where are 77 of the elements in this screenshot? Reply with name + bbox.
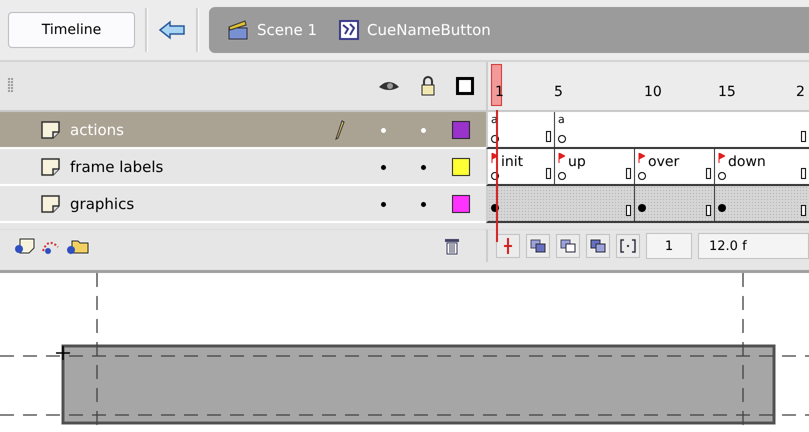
symbol-icon [339, 20, 360, 40]
visible-dot[interactable] [381, 202, 386, 207]
outline-color-swatch[interactable] [452, 158, 470, 176]
visible-dot[interactable] [381, 165, 386, 170]
end-frame-icon [546, 131, 551, 142]
layer-icon [40, 194, 62, 214]
frame-span[interactable]: up [555, 149, 635, 184]
layer-row[interactable]: frame labels [0, 149, 486, 186]
layer-row[interactable]: graphics [0, 186, 486, 223]
end-frame-icon [706, 168, 711, 179]
frame-label: init [501, 154, 524, 170]
frame-span[interactable]: down [715, 149, 809, 184]
empty-keyframe-icon [558, 135, 566, 143]
frame-number: 2 [796, 84, 805, 100]
lock-icon[interactable] [420, 76, 436, 96]
frame-span[interactable] [635, 186, 715, 221]
end-frame-icon [801, 131, 806, 142]
frame-label: down [728, 154, 766, 170]
layer-icon [40, 156, 62, 176]
frame-number: 5 [554, 84, 563, 100]
layer-name: frame labels [70, 158, 164, 176]
back-arrow-icon[interactable] [158, 20, 186, 40]
timeline-button[interactable]: Timeline [8, 12, 135, 48]
center-frame-button[interactable] [496, 234, 520, 258]
eye-icon[interactable] [378, 79, 400, 93]
unlocked-dot[interactable] [421, 128, 426, 133]
overlapping-squares-icon [590, 239, 606, 253]
overlapping-squares-icon [560, 239, 576, 253]
empty-keyframe-icon [638, 172, 646, 180]
bracket-icon [620, 239, 636, 253]
onion-outlines-button[interactable] [556, 234, 580, 258]
frame-span[interactable]: over [635, 149, 715, 184]
flag-icon [638, 153, 645, 163]
layer-name: actions [70, 120, 124, 138]
frame-number: 15 [718, 84, 736, 100]
edit-multiple-frames-button[interactable] [586, 234, 610, 258]
visible-dot[interactable] [381, 128, 386, 133]
action-mark: a [558, 114, 565, 126]
end-frame-icon [626, 205, 631, 216]
frame-span[interactable]: a [555, 112, 809, 147]
layer-name: graphics [70, 194, 134, 212]
outline-color-swatch[interactable] [452, 195, 470, 213]
end-frame-icon [801, 205, 806, 216]
empty-keyframe-icon [558, 172, 566, 180]
frame-number: 10 [644, 84, 662, 100]
onion-skin-button[interactable] [526, 234, 550, 258]
unlocked-dot[interactable] [421, 202, 426, 207]
end-frame-icon [546, 168, 551, 179]
frame-label: over [648, 154, 680, 170]
modify-markers-button[interactable] [616, 234, 640, 258]
outline-icon[interactable] [456, 77, 474, 95]
keyframe-icon [638, 204, 646, 212]
frame-ruler[interactable]: 1 5 10 15 2 [486, 62, 809, 112]
end-frame-icon [626, 168, 631, 179]
empty-keyframe-icon [718, 172, 726, 180]
overlapping-squares-icon [530, 239, 546, 253]
frame-span[interactable]: init [488, 149, 555, 184]
grip-icon [8, 78, 14, 94]
outline-color-swatch[interactable] [452, 121, 470, 139]
end-frame-icon [801, 168, 806, 179]
flag-icon [491, 153, 498, 163]
center-marker-icon [503, 238, 513, 254]
flag-icon [558, 153, 565, 163]
frame-rate-field: 12.0 f [698, 233, 809, 259]
unlocked-dot[interactable] [421, 165, 426, 170]
layer-icon [40, 120, 62, 140]
playhead[interactable] [491, 64, 502, 106]
current-frame-field: 1 [646, 233, 692, 259]
keyframe-icon [718, 204, 726, 212]
insert-layer-icon[interactable] [14, 237, 36, 255]
frame-number: 1 [495, 84, 504, 100]
end-frame-icon [706, 205, 711, 216]
frame-span[interactable] [715, 186, 809, 221]
frame-label: up [568, 154, 586, 170]
clapperboard-icon [227, 19, 249, 41]
trash-icon[interactable] [444, 237, 460, 255]
flag-icon [718, 153, 725, 163]
